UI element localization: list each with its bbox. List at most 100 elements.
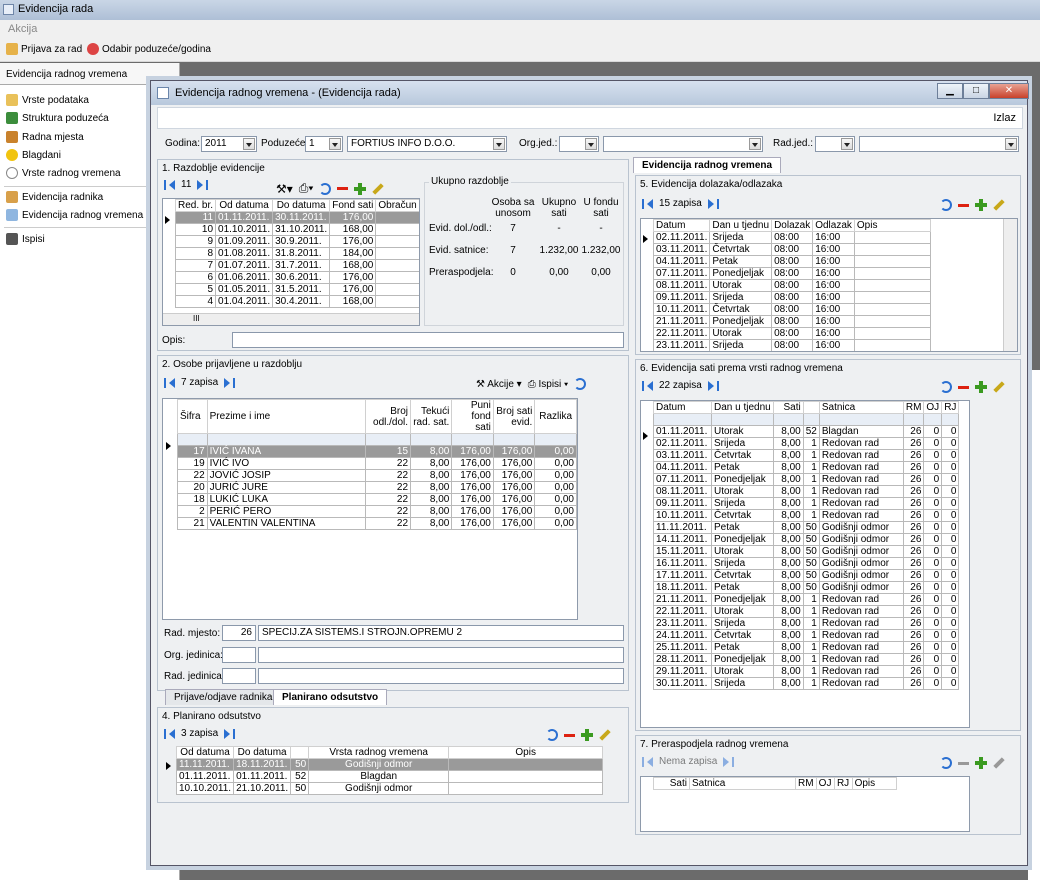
table-row[interactable]: 17 IVIĆ IVANA 15 8,00 176,00 176,00 0,00 <box>177 445 577 458</box>
nav-item-blagdani[interactable]: Blagdani <box>6 149 61 161</box>
table-row[interactable]: 24.11.2011. Četvrtak 8,00 1 Redovan rad 26 0 0 <box>653 629 960 642</box>
col-header[interactable]: Red. br. <box>174 199 217 212</box>
col-header[interactable] <box>290 746 310 759</box>
col-header[interactable]: Sati <box>653 777 690 790</box>
nav-item-radna-mjesta[interactable]: Radna mjesta <box>6 131 84 143</box>
nav-item-vrste-podataka[interactable]: Vrste podataka <box>6 94 89 106</box>
col-header[interactable]: Dan u tjednu <box>709 219 773 232</box>
prev-icon[interactable] <box>647 756 653 767</box>
table-row[interactable]: 10.11.2011. Četvrtak 8,00 1 Redovan rad 26 0 0 <box>653 509 960 522</box>
col-header[interactable]: RM <box>795 777 817 790</box>
prev-icon[interactable] <box>169 377 175 388</box>
table-row[interactable]: 03.11.2011. Četvrtak 08:00 16:00 <box>652 243 931 256</box>
col-header[interactable]: Puni fond sati <box>451 399 494 434</box>
maximize-button[interactable]: □ <box>963 83 989 99</box>
minimize-button[interactable]: ▁ <box>937 83 963 99</box>
rad-jedinica-id[interactable] <box>222 668 256 684</box>
table-row[interactable]: 04.11.2011. Petak 8,00 1 Redovan rad 26 0 0 <box>653 461 960 474</box>
odabir-button[interactable]: Odabir poduzeće/godina <box>87 43 211 55</box>
first-icon[interactable] <box>642 380 644 391</box>
col-header[interactable]: Razlika <box>534 399 577 434</box>
print-icon[interactable]: ⎙▾ <box>299 181 314 196</box>
akcije-button[interactable]: ⚒ Akcije ▾ <box>476 379 522 390</box>
nav-item-ispisi[interactable]: Ispisi <box>6 233 45 245</box>
last-icon[interactable] <box>206 179 209 190</box>
table-row[interactable]: 28.11.2011. Ponedjeljak 8,00 1 Redovan rad 26… <box>653 653 960 666</box>
first-icon[interactable] <box>642 756 644 767</box>
col-header[interactable]: Šifra <box>177 399 208 434</box>
delete-icon[interactable] <box>337 187 349 190</box>
menu-akcija[interactable]: Akcija <box>8 23 37 35</box>
col-header[interactable]: Broj odl./dol. <box>364 399 412 434</box>
table-row[interactable]: 9 01.09.2011. 30.9.2011. 176,00 <box>174 235 419 248</box>
col-header[interactable]: Dan u tjednu <box>711 401 774 414</box>
delete-icon[interactable] <box>958 761 969 765</box>
rad-jed-name-select[interactable] <box>859 136 1019 152</box>
poduzece-name-select[interactable]: FORTIUS INFO D.O.O. <box>347 136 507 152</box>
last-icon[interactable] <box>233 377 236 388</box>
next-icon[interactable] <box>723 756 730 767</box>
col-header[interactable]: OJ <box>815 777 835 790</box>
table-row[interactable]: 04.11.2011. Petak 08:00 16:00 <box>652 255 931 268</box>
table-row[interactable]: 21.11.2011. Ponedjeljak 8,00 1 Redovan rad 26… <box>653 593 960 606</box>
table-row[interactable]: 18 LUKIĆ LUKA 22 8,00 176,00 176,00 0,00 <box>177 493 577 506</box>
col-header[interactable]: Do datuma <box>233 746 292 759</box>
table-row[interactable]: 17.11.2011. Četvrtak 8,00 50 Godišnji odmor 2… <box>653 569 960 582</box>
table-row[interactable]: 18.11.2011. Petak 8,00 50 Godišnji odmor 26 0 0 <box>653 581 960 594</box>
col-header[interactable]: Broj sati evid. <box>492 399 536 434</box>
refresh-icon[interactable] <box>319 182 332 195</box>
delete-icon[interactable] <box>958 203 969 207</box>
col-header[interactable]: Fond sati <box>329 199 377 212</box>
table-row[interactable]: 02.11.2011. Srijeda 8,00 1 Redovan rad 26 0 0 <box>653 437 960 450</box>
table-row[interactable]: 15.11.2011. Utorak 8,00 50 Godišnji odmor 26 0… <box>653 545 960 558</box>
edit-icon[interactable] <box>993 757 1005 769</box>
table-row[interactable]: 11.11.2011. 18.11.2011. 50 Godišnji odmor <box>175 758 604 771</box>
table-row[interactable]: 29.11.2011. Utorak 8,00 1 Redovan rad 26 0 0 <box>653 665 960 678</box>
add-icon[interactable] <box>354 182 367 195</box>
table-row[interactable]: 22.11.2011. Utorak 08:00 16:00 <box>652 327 931 340</box>
rad-mjesto-name[interactable]: SPECIJ.ZA SISTEMS.I STROJN.OPREMU 2 <box>258 625 624 641</box>
refresh-icon[interactable] <box>940 757 952 769</box>
close-button[interactable]: ✕ <box>989 83 1029 99</box>
next-icon[interactable] <box>707 198 714 209</box>
add-icon[interactable] <box>581 729 593 741</box>
first-icon[interactable] <box>642 198 644 209</box>
col-header[interactable]: Opis <box>851 777 897 790</box>
table-row[interactable]: 2 PERIĆ PERO 22 8,00 176,00 176,00 0,00 <box>177 505 577 518</box>
prev-icon[interactable] <box>647 198 653 209</box>
next-icon[interactable] <box>707 380 714 391</box>
first-icon[interactable] <box>164 179 166 190</box>
table-row[interactable]: 21 VALENTIN VALENTINA 22 8,00 176,00 176,00 0,… <box>177 517 577 530</box>
scroll-thumb[interactable]: III <box>193 314 200 323</box>
last-icon[interactable] <box>716 198 719 209</box>
tab-prijave[interactable]: Prijave/odjave radnika <box>165 689 282 705</box>
table-row[interactable]: 5 01.05.2011. 31.5.2011. 176,00 <box>174 283 419 296</box>
table-row[interactable]: 6 01.06.2011. 30.6.2011. 176,00 <box>174 271 419 284</box>
add-icon[interactable] <box>975 381 987 393</box>
table-row[interactable]: 09.11.2011. Srijeda 8,00 1 Redovan rad 26 0 0 <box>653 497 960 510</box>
table-row[interactable]: 01.11.2011. 01.11.2011. 52 Blagdan <box>175 770 604 783</box>
v-scrollbar[interactable] <box>1003 219 1017 351</box>
edit-icon[interactable] <box>372 182 385 195</box>
table-row[interactable]: 21.11.2011. Ponedjeljak 08:00 16:00 <box>652 315 931 328</box>
nav-item-struktura[interactable]: Struktura poduzeća <box>6 112 109 124</box>
rad-jed-id-select[interactable] <box>815 136 855 152</box>
col-header[interactable]: Datum <box>652 219 711 232</box>
col-header[interactable]: Do datuma <box>272 199 331 212</box>
table-row[interactable]: 11 01.11.2011. 30.11.2011. 176,00 <box>174 211 419 224</box>
nav-item-evidencija-radnika[interactable]: Evidencija radnika <box>6 191 103 203</box>
edit-icon[interactable] <box>599 729 611 741</box>
godina-select[interactable]: 2011 <box>201 136 257 152</box>
table-row[interactable]: 10 01.10.2011. 31.10.2011. 168,00 <box>174 223 419 236</box>
last-icon[interactable] <box>732 756 735 767</box>
nav-item-vrste-radnog[interactable]: Vrste radnog vremena <box>6 167 121 179</box>
tab-evidencija-radnog[interactable]: Evidencija radnog vremena <box>633 157 782 173</box>
last-icon[interactable] <box>716 380 719 391</box>
next-icon[interactable] <box>224 728 231 739</box>
first-icon[interactable] <box>164 728 166 739</box>
opis-input[interactable] <box>232 332 624 348</box>
prev-icon[interactable] <box>647 380 653 391</box>
edit-icon[interactable] <box>993 199 1005 211</box>
refresh-icon[interactable] <box>546 729 558 741</box>
col-header[interactable]: Dolazak <box>771 219 814 232</box>
